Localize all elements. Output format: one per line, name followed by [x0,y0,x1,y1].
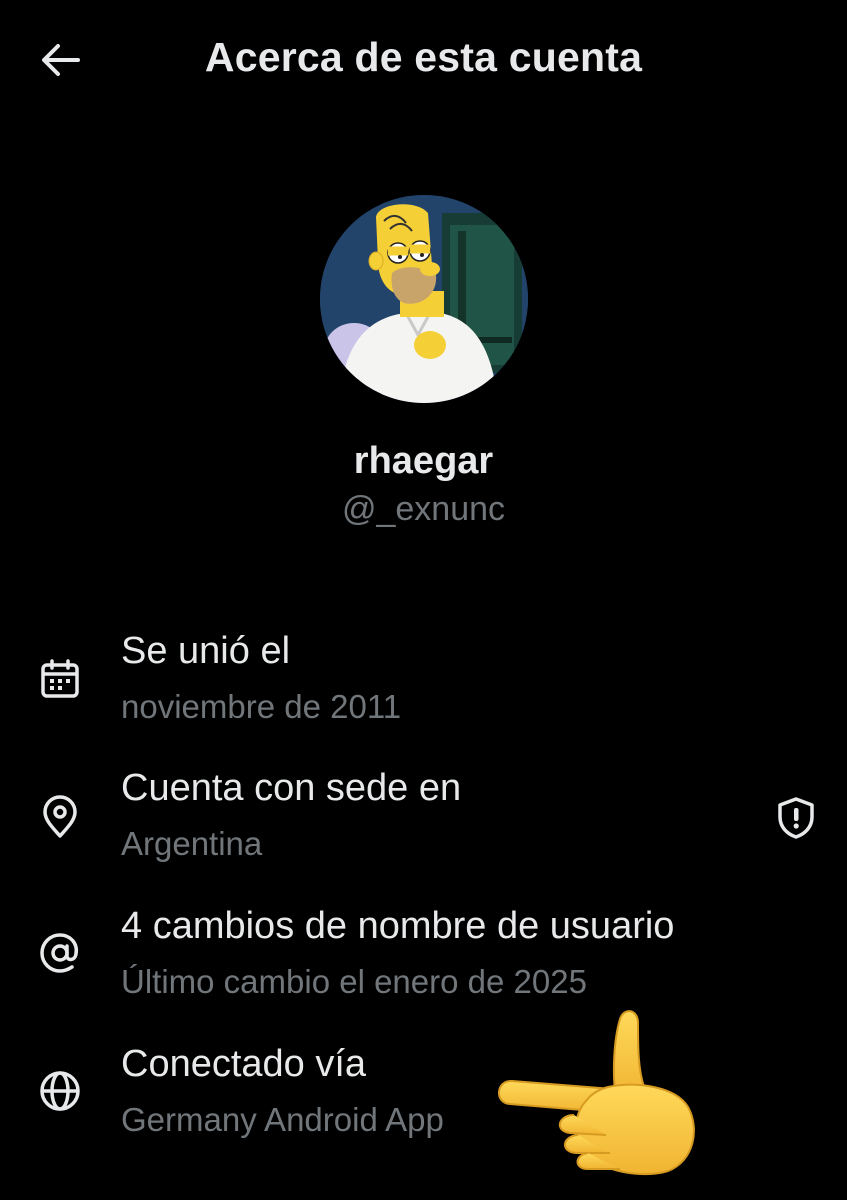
shield-alert-icon [778,797,814,839]
info-title: Conectado vía [121,1043,367,1085]
info-title: 4 cambios de nombre de usuario [121,905,675,947]
info-subtitle: Último cambio el enero de 2025 [121,963,587,1000]
location-pin-icon [36,793,84,841]
page-title: Acerca de esta cuenta [204,34,643,80]
shield-alert-button[interactable] [772,794,820,842]
info-title: Cuenta con sede en [121,767,462,809]
info-row-connected-via: Conectado vía Germany Android App [0,1033,847,1143]
pointing-hand-icon [498,1010,695,1176]
info-subtitle: Argentina [121,825,263,862]
calendar-icon [36,656,84,704]
display-name: rhaegar [353,440,494,482]
info-row-username-changes: 4 cambios de nombre de usuario Último ca… [0,895,847,1005]
at-sign-icon [36,929,84,977]
avatar-image [320,195,528,403]
avatar[interactable] [320,195,528,403]
info-row-joined: Se unió el noviembre de 2011 [0,620,847,730]
info-title: Se unió el [121,630,291,672]
user-handle: @_exnunc [341,490,506,528]
info-row-location: Cuenta con sede en Argentina [0,757,847,867]
globe-icon [36,1067,84,1115]
info-subtitle: Germany Android App [121,1101,444,1138]
info-subtitle: noviembre de 2011 [121,688,402,725]
top-bar: Acerca de esta cuenta [0,0,847,120]
